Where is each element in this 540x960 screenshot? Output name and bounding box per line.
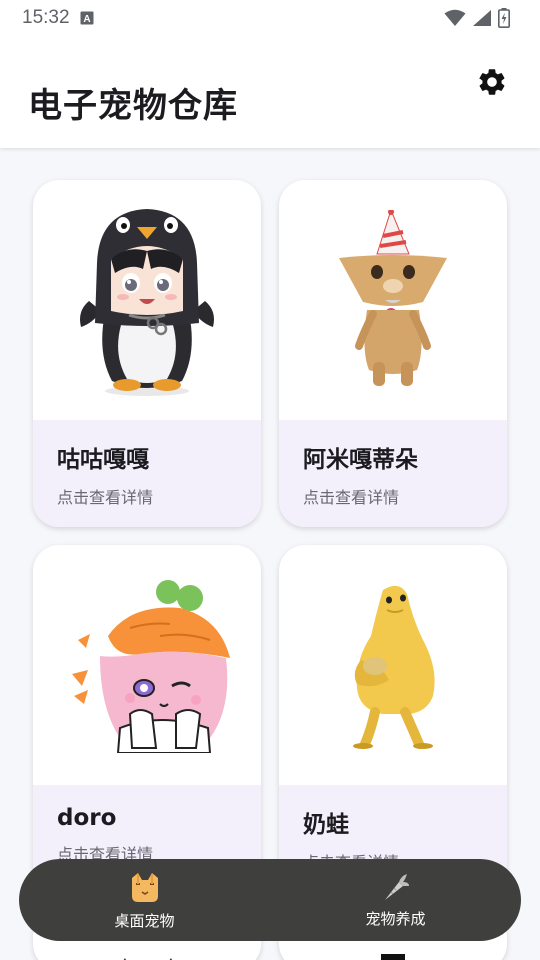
pet-card[interactable]: 阿米嘎蒂朵 点击查看详情 — [279, 180, 507, 527]
pet-subtitle: 点击查看详情 — [57, 488, 154, 507]
signal-icon — [473, 10, 491, 26]
status-left: 15:32 A — [22, 7, 94, 29]
carrot-hat-girl-sticker — [71, 579, 230, 753]
pet-name: 阿米嘎蒂朵 — [303, 447, 418, 473]
battery-charging-icon — [498, 8, 510, 28]
pet-info: 咕咕嘎嘎 点击查看详情 — [33, 420, 261, 527]
pet-image-area — [279, 180, 507, 420]
pet-image-area — [279, 545, 507, 785]
pet-grid: 咕咕嘎嘎 点击查看详情 阿米嘎蒂朵 点击查看详情 doro 点击查看详情 奶蛙 — [33, 180, 508, 960]
pet-card[interactable]: 咕咕嘎嘎 点击查看详情 — [33, 180, 261, 527]
yellow-frog-sticker — [353, 585, 435, 749]
nav-pet-raising[interactable]: 宠物养成 — [296, 872, 496, 929]
dark-character-sticker — [123, 958, 172, 960]
party-hat-cat-sticker — [339, 210, 447, 386]
pet-image-area — [33, 545, 261, 785]
status-bar: 15:32 A — [0, 0, 540, 36]
app-header: 电子宠物仓库 — [0, 36, 540, 148]
pet-name: 奶蛙 — [303, 812, 349, 838]
bottom-navigation: 桌面宠物 宠物养成 — [19, 859, 521, 941]
pet-subtitle: 点击查看详情 — [303, 488, 400, 507]
pet-card[interactable]: 奶蛙 点击查看详情 — [279, 545, 507, 892]
penguin-girl-sticker — [80, 208, 214, 396]
page-title: 电子宠物仓库 — [28, 85, 238, 126]
settings-button[interactable] — [474, 64, 510, 100]
nav-label: 宠物养成 — [365, 909, 426, 928]
svg-text:A: A — [83, 14, 90, 25]
gear-icon — [479, 69, 505, 95]
carrot-icon — [384, 873, 409, 900]
pet-name: doro — [57, 805, 117, 831]
pet-info: 阿米嘎蒂朵 点击查看详情 — [279, 420, 507, 527]
nav-label: 桌面宠物 — [114, 911, 175, 930]
pet-image-area — [33, 180, 261, 420]
nav-desktop-pet[interactable]: 桌面宠物 — [45, 870, 245, 931]
pet-name: 咕咕嘎嘎 — [57, 447, 149, 473]
status-right — [444, 8, 510, 28]
pet-card[interactable]: doro 点击查看详情 — [33, 545, 261, 892]
black-hat-character-sticker — [381, 954, 405, 960]
status-time: 15:32 — [22, 7, 70, 28]
wifi-icon — [444, 9, 466, 26]
a-letter-icon: A — [80, 11, 94, 25]
cat-face-icon — [131, 872, 158, 902]
